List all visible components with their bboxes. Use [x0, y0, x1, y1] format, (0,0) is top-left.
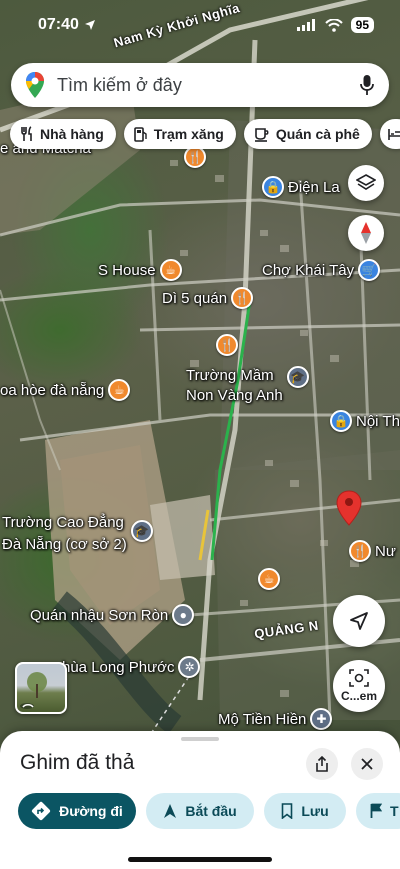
close-icon [361, 758, 373, 770]
coffee-cup-icon [254, 128, 269, 142]
lock-pin-icon: 🔒 [262, 176, 284, 198]
location-arrow-icon [84, 20, 95, 30]
battery-indicator: 95 [350, 17, 374, 33]
navigation-arrow-icon [350, 612, 368, 630]
camera-scan-icon [349, 669, 369, 687]
chip-more[interactable] [379, 119, 400, 149]
flag-button[interactable]: T [356, 793, 400, 829]
sheet-drag-handle[interactable] [181, 737, 219, 741]
street-view-label: C...em [340, 689, 377, 703]
restaurant-pin-icon[interactable]: 🍴 [184, 146, 206, 168]
fork-knife-icon [21, 126, 32, 141]
place-bottom-sheet[interactable]: Ghim đã thả Đường đi Bắt đầu Lưu T [0, 731, 400, 869]
wifi-icon [324, 18, 343, 32]
search-input[interactable]: Tìm kiếm ở đây [57, 75, 359, 96]
coffee-pin-icon: ☕ [159, 259, 182, 281]
sheet-actions: Đường đi Bắt đầu Lưu T [18, 793, 400, 829]
microphone-icon[interactable] [359, 74, 375, 96]
save-button[interactable]: Lưu [264, 793, 346, 829]
dropped-pin-icon[interactable] [336, 490, 362, 526]
poi-truong-cao-dang[interactable]: Trường Cao Đẳng Đà Nẵng (cơ sở 2) 🎓 [2, 512, 153, 556]
poi-mo-tien-hien[interactable]: Mộ Tiền Hiền ✚ [218, 708, 333, 730]
chip-gas-stations[interactable]: Trạm xăng [123, 119, 236, 149]
poi-noi-th[interactable]: 🔒 Nội Th [330, 410, 400, 432]
school-pin-icon: 🎓 [130, 520, 153, 542]
navigation-arrow-icon [164, 804, 177, 818]
poi-chua-long-phuoc[interactable]: hùa Long Phước ✲ [62, 656, 201, 678]
directions-button[interactable]: Đường đi [18, 793, 136, 829]
landmark-pin-icon: ✚ [310, 708, 333, 730]
restaurant-pin-icon: 🍴 [349, 540, 371, 562]
school-pin-icon: 🎓 [286, 366, 309, 388]
chip-coffee-shops[interactable]: Quán cà phê [243, 119, 372, 149]
restaurant-pin-icon: 🍴 [231, 287, 254, 309]
poi-di-5-quan[interactable]: Dì 5 quán 🍴 [162, 287, 254, 309]
category-chips: Nhà hàng Trạm xăng Quán cà phê [10, 119, 400, 149]
place-pin-icon: ● [172, 604, 195, 626]
home-indicator [128, 857, 272, 862]
compass-button[interactable] [348, 215, 384, 251]
close-button[interactable] [351, 748, 383, 780]
poi-dien-la[interactable]: 🔒 Điện La [262, 176, 340, 198]
lock-pin-icon: 🔒 [330, 410, 352, 432]
poi-quan-nhau-son-ron[interactable]: Quán nhậu Sơn Ròn ● [30, 604, 195, 626]
restaurant-pin-icon[interactable]: 🍴 [216, 334, 238, 356]
poi-nu[interactable]: 🍴 Nư [349, 540, 396, 562]
shopping-cart-pin-icon: 🛒 [358, 259, 381, 281]
layers-button[interactable] [348, 165, 384, 201]
gas-pump-icon [133, 127, 147, 142]
start-button[interactable]: Bắt đầu [146, 793, 254, 829]
coffee-pin-icon[interactable]: ☕ [258, 568, 280, 590]
google-maps-logo-icon [26, 72, 44, 98]
poi-cho-khai-tay[interactable]: Chợ Khái Tây 🛒 [262, 259, 381, 281]
chip-restaurants[interactable]: Nhà hàng [10, 119, 116, 149]
status-time: 07:40 [38, 16, 96, 34]
directions-icon [32, 801, 51, 821]
cellular-signal-icon [296, 19, 315, 31]
bookmark-icon [282, 803, 293, 819]
temple-pin-icon: ✲ [178, 656, 201, 678]
layers-icon [356, 174, 376, 190]
street-view-thumbnail[interactable] [15, 662, 67, 714]
sheet-title: Ghim đã thả [20, 751, 135, 774]
poi-s-house[interactable]: S House ☕ [98, 259, 182, 281]
street-view-photo [20, 672, 47, 709]
poi-hoa-hoe[interactable]: oa hòe đà nẵng ☕ [0, 379, 131, 401]
street-view-button[interactable]: C...em [333, 660, 385, 712]
share-button[interactable] [306, 748, 338, 780]
search-bar[interactable]: Tìm kiếm ở đây [11, 63, 389, 107]
status-bar: 07:40 95 [0, 0, 400, 50]
my-location-button[interactable] [333, 595, 385, 647]
poi-truong-mam-non[interactable]: Trường Mầm Non Vàng Anh 🎓 [186, 366, 309, 406]
share-icon [316, 756, 328, 772]
coffee-pin-icon: ☕ [108, 379, 131, 401]
flag-icon [370, 803, 382, 818]
hotel-bed-icon [388, 129, 400, 140]
compass-icon [361, 222, 371, 244]
